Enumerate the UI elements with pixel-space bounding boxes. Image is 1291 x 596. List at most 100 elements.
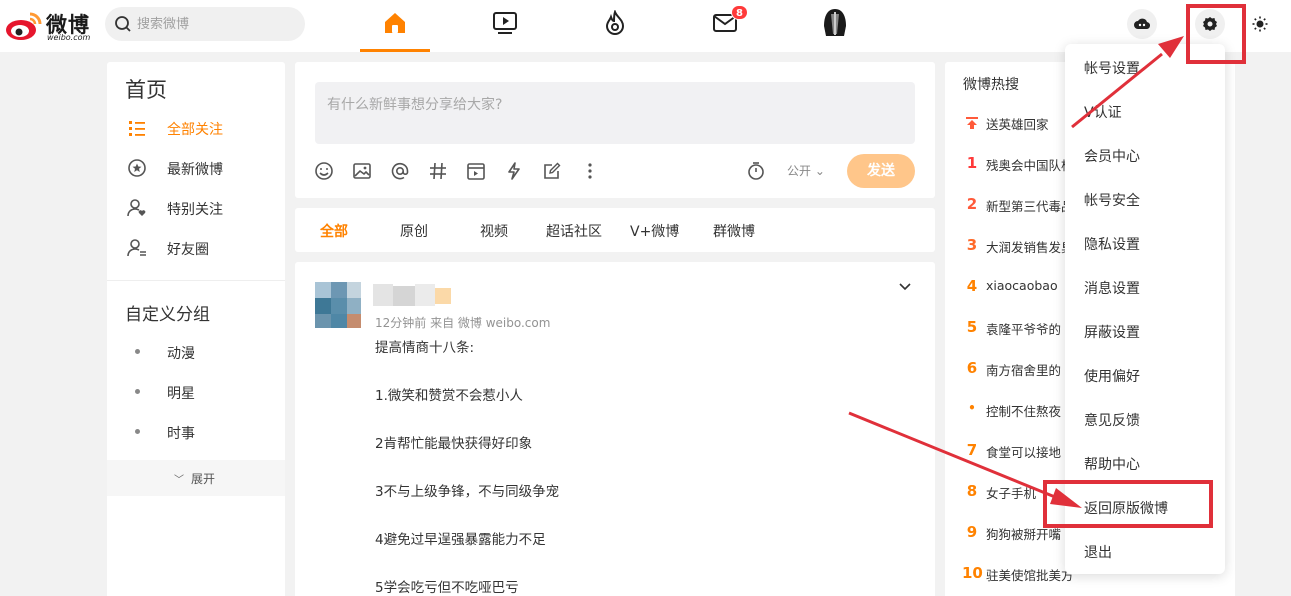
- custom-groups-title: 自定义分组: [125, 305, 210, 325]
- ai-assistant-button[interactable]: [1127, 9, 1157, 39]
- feed-post: 12分钟前 来自 微博 weibo.com 提高情商十八条: 1.微笑和赞赏不会…: [295, 262, 935, 596]
- sidebar-item-label: 特别关注: [167, 202, 223, 218]
- hot-rank: 6: [966, 359, 978, 377]
- schedule-icon[interactable]: [466, 161, 486, 181]
- post-input[interactable]: [315, 82, 915, 144]
- weibo-logo[interactable]: 微博 weibo.com: [4, 6, 92, 44]
- hot-fire-icon[interactable]: [602, 10, 628, 36]
- expand-label: 展开: [191, 472, 216, 486]
- group-label: 时事: [167, 426, 195, 442]
- menu-item-membership[interactable]: 会员中心: [1065, 133, 1225, 177]
- friends-icon: [127, 239, 146, 257]
- menu-item-label: 隐私设置: [1084, 237, 1140, 253]
- group-item[interactable]: 明星: [107, 372, 285, 412]
- menu-item-v-verify[interactable]: V认证: [1065, 89, 1225, 133]
- menu-item-label: 帐号安全: [1084, 193, 1140, 209]
- emoji-icon[interactable]: [314, 161, 334, 181]
- author-name-blurred[interactable]: [373, 284, 453, 306]
- menu-item-label: 消息设置: [1084, 281, 1140, 297]
- chevron-down-icon[interactable]: [897, 278, 913, 294]
- hot-rank: •: [968, 401, 976, 415]
- sidebar-item-label: 最新微博: [167, 162, 223, 178]
- menu-item-logout[interactable]: 退出: [1065, 529, 1225, 573]
- list-icon: [129, 121, 145, 136]
- search-box[interactable]: [105, 7, 305, 41]
- expand-groups-button[interactable]: ﹀ 展开: [107, 460, 285, 496]
- hot-item-text: 残奥会中国队根: [986, 158, 1074, 173]
- menu-item-feedback[interactable]: 意见反馈: [1065, 397, 1225, 441]
- sidebar-item-special[interactable]: 特别关注: [107, 188, 285, 228]
- hot-item-text: 袁隆平爷爷的: [986, 322, 1062, 337]
- menu-item-message-settings[interactable]: 消息设置: [1065, 265, 1225, 309]
- menu-item-label: 退出: [1084, 545, 1112, 561]
- theme-toggle-button[interactable]: [1245, 9, 1275, 39]
- mention-icon[interactable]: [390, 161, 410, 181]
- chevron-down-icon: ﹀: [174, 475, 184, 486]
- hot-rank: 7: [966, 441, 978, 459]
- menu-item-privacy[interactable]: 隐私设置: [1065, 221, 1225, 265]
- sun-icon: [1252, 16, 1268, 32]
- user-heart-icon: [127, 199, 146, 217]
- hot-item-text: 大润发销售发臭: [986, 240, 1074, 255]
- sidebar-item-label: 全部关注: [167, 122, 223, 138]
- hot-rank: 2: [966, 195, 978, 213]
- hot-item-text: 南方宿舍里的: [986, 363, 1062, 378]
- bullet-dot: [135, 429, 140, 434]
- hot-item-text: 送英雄回家: [986, 117, 1049, 132]
- tab-supertopic[interactable]: 超话社区: [546, 221, 602, 241]
- group-item[interactable]: 动漫: [107, 332, 285, 372]
- sidebar-item-friends[interactable]: 好友圈: [107, 228, 285, 268]
- hot-search-title: 微博热搜: [963, 77, 1019, 93]
- menu-item-account-security[interactable]: 帐号安全: [1065, 177, 1225, 221]
- left-sidebar: 首页 全部关注 最新微博 特别关注 好友圈 自定义分组 动漫 明星 时事 ﹀ 展…: [107, 62, 285, 596]
- more-icon[interactable]: [580, 161, 600, 181]
- bullet-dot: [135, 349, 140, 354]
- hot-item-text: 食堂可以接地: [986, 445, 1062, 460]
- visibility-selector[interactable]: 公开 ⌄: [787, 162, 825, 179]
- sidebar-item-all-follow[interactable]: 全部关注: [107, 108, 285, 148]
- logo-subtext: weibo.com: [47, 33, 91, 42]
- hot-rank: 10: [962, 564, 983, 582]
- image-icon[interactable]: [352, 161, 372, 181]
- avatar[interactable]: [315, 282, 361, 328]
- tab-all[interactable]: 全部: [320, 221, 348, 241]
- menu-item-label: V认证: [1084, 105, 1122, 121]
- home-icon[interactable]: [382, 10, 408, 36]
- menu-item-preferences[interactable]: 使用偏好: [1065, 353, 1225, 397]
- post-text-line: 3不与上级争锋，不与同级争宠: [375, 484, 560, 500]
- bullet-dot: [135, 389, 140, 394]
- search-input[interactable]: [137, 7, 297, 41]
- timer-icon[interactable]: [746, 161, 766, 181]
- game-helmet-icon[interactable]: [822, 8, 848, 38]
- sidebar-item-latest[interactable]: 最新微博: [107, 148, 285, 188]
- group-item[interactable]: 时事: [107, 412, 285, 452]
- tab-vplus[interactable]: V+微博: [630, 221, 679, 241]
- tab-video[interactable]: 视频: [480, 221, 508, 241]
- hashtag-icon[interactable]: [428, 161, 448, 181]
- hot-rank: 8: [966, 482, 978, 500]
- tab-original[interactable]: 原创: [400, 221, 428, 241]
- star-circle-icon: [128, 159, 146, 177]
- hot-rank: 5: [966, 318, 978, 336]
- search-icon: [115, 16, 131, 32]
- post-text-line: 4避免过早逞强暴露能力不足: [375, 532, 546, 548]
- send-button[interactable]: 发送: [847, 154, 915, 188]
- menu-item-help[interactable]: 帮助中心: [1065, 441, 1225, 485]
- video-icon[interactable]: [492, 10, 518, 36]
- menu-item-label: 意见反馈: [1084, 413, 1140, 429]
- hot-rank: 9: [966, 523, 978, 541]
- chevron-down-icon: ⌄: [811, 164, 825, 178]
- feed-filter-tabs: 全部 原创 视频 超话社区 V+微博 群微博: [295, 208, 935, 252]
- hot-item-text: 新型第三代毒品: [986, 199, 1074, 214]
- edit-article-icon[interactable]: [542, 161, 562, 181]
- tab-group-weibo[interactable]: 群微博: [713, 221, 755, 241]
- menu-item-block-settings[interactable]: 屏蔽设置: [1065, 309, 1225, 353]
- menu-item-label: 帮助中心: [1084, 457, 1140, 473]
- flash-icon[interactable]: [504, 161, 524, 181]
- hot-rank: 1: [966, 154, 978, 172]
- post-text-line: 1.微笑和赞赏不会惹小人: [375, 388, 523, 404]
- hot-item-text: 驻美使馆批美方: [986, 568, 1074, 583]
- mail-badge: 8: [731, 5, 748, 20]
- group-label: 明星: [167, 386, 195, 402]
- weibo-eye-icon: [6, 12, 42, 40]
